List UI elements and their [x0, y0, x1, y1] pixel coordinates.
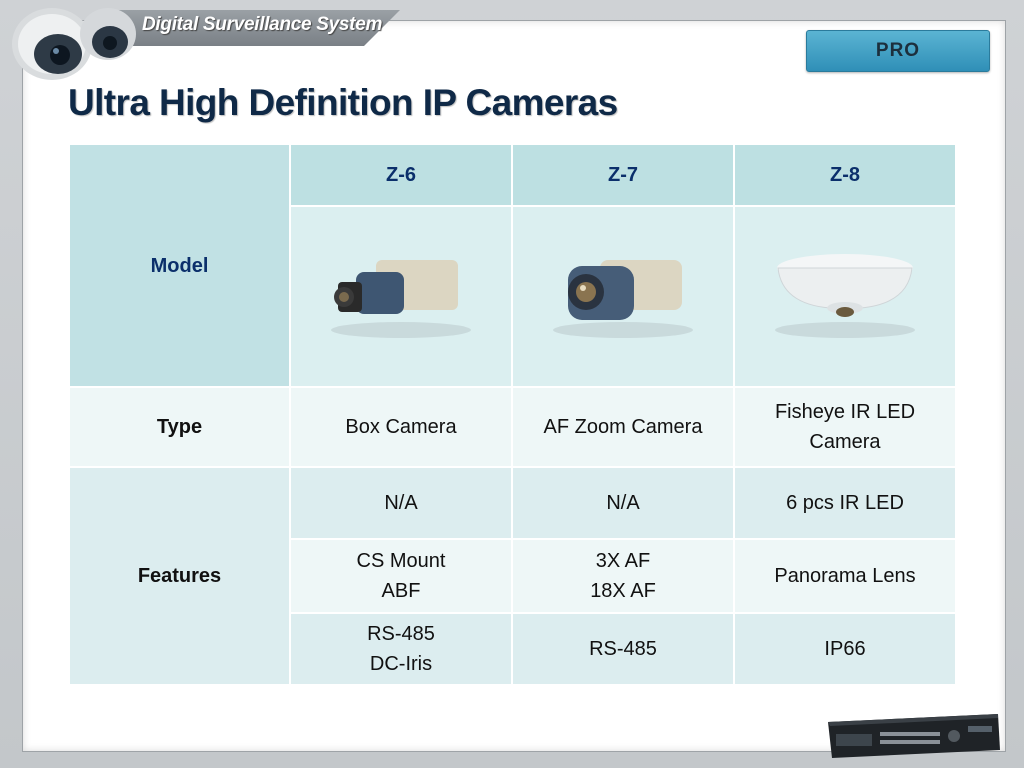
model-name: Z-8 [830, 164, 860, 186]
page-title: Ultra High Definition IP Cameras [68, 82, 618, 123]
features-label-cell: Features [68, 466, 291, 686]
fisheye-camera-icon [775, 254, 915, 338]
feature-value: IP66 [824, 638, 866, 660]
feature-value-line2: 18X AF [590, 580, 656, 602]
pro-button[interactable]: PRO [806, 30, 990, 72]
feature-value: CS Mount [356, 550, 446, 572]
type-cell: Fisheye IR LED Camera [733, 386, 957, 468]
dvr-recorder-icon [828, 714, 1000, 758]
camera-image-cell [289, 205, 513, 388]
model-header-cell: Z-7 [511, 143, 735, 207]
model-header-cell: Z-8 [733, 143, 957, 207]
type-cell: AF Zoom Camera [511, 386, 735, 468]
camera-image-cell [511, 205, 735, 388]
feature-cell: N/A [289, 466, 513, 540]
type-value: Box Camera [345, 416, 457, 438]
header-banner-text: Digital Surveillance System [142, 14, 383, 35]
ptz-dome-camera-icon [12, 8, 136, 80]
feature-cell: 6 pcs IR LED [733, 466, 957, 540]
spec-table: Model Z-6 Z-7 Z-8 Type Box Camera AF Zoo… [68, 143, 957, 686]
model-label: Model [150, 254, 209, 277]
feature-cell: RS-485 [511, 612, 735, 686]
feature-value-line2: DC-Iris [369, 653, 433, 675]
model-label-cell: Model [68, 143, 291, 388]
feature-value: RS-485 [589, 638, 657, 660]
feature-value: N/A [384, 492, 418, 514]
model-header-cell: Z-6 [289, 143, 513, 207]
feature-value: Panorama Lens [774, 565, 916, 587]
type-label-cell: Type [68, 386, 291, 468]
model-name: Z-6 [386, 164, 416, 186]
feature-cell: N/A [511, 466, 735, 540]
feature-cell: 3X AF 18X AF [511, 538, 735, 614]
table-row: Model Z-6 Z-7 Z-8 [68, 143, 957, 388]
type-value: AF Zoom Camera [543, 416, 703, 438]
table-row: Type Box Camera AF Zoom Camera Fisheye I… [68, 386, 957, 468]
box-camera-icon [331, 260, 471, 338]
feature-value: RS-485 [367, 623, 435, 645]
camera-image-cell [733, 205, 957, 388]
type-cell: Box Camera [289, 386, 513, 468]
feature-cell: RS-485 DC-Iris [289, 612, 513, 686]
feature-cell: IP66 [733, 612, 957, 686]
model-name: Z-7 [608, 164, 638, 186]
type-value: Fisheye IR LED [774, 401, 916, 423]
feature-cell: Panorama Lens [733, 538, 957, 614]
zoom-camera-icon [553, 260, 693, 338]
feature-value: 6 pcs IR LED [786, 492, 904, 514]
feature-value: N/A [606, 492, 640, 514]
table-row: Features N/A N/A 6 pcs IR LED [68, 466, 957, 686]
feature-cell: CS Mount ABF [289, 538, 513, 614]
type-label: Type [156, 416, 203, 438]
features-label: Features [137, 565, 222, 587]
feature-value: 3X AF [595, 550, 651, 572]
type-value-line2: Camera [809, 431, 881, 453]
feature-value-line2: ABF [381, 580, 421, 602]
